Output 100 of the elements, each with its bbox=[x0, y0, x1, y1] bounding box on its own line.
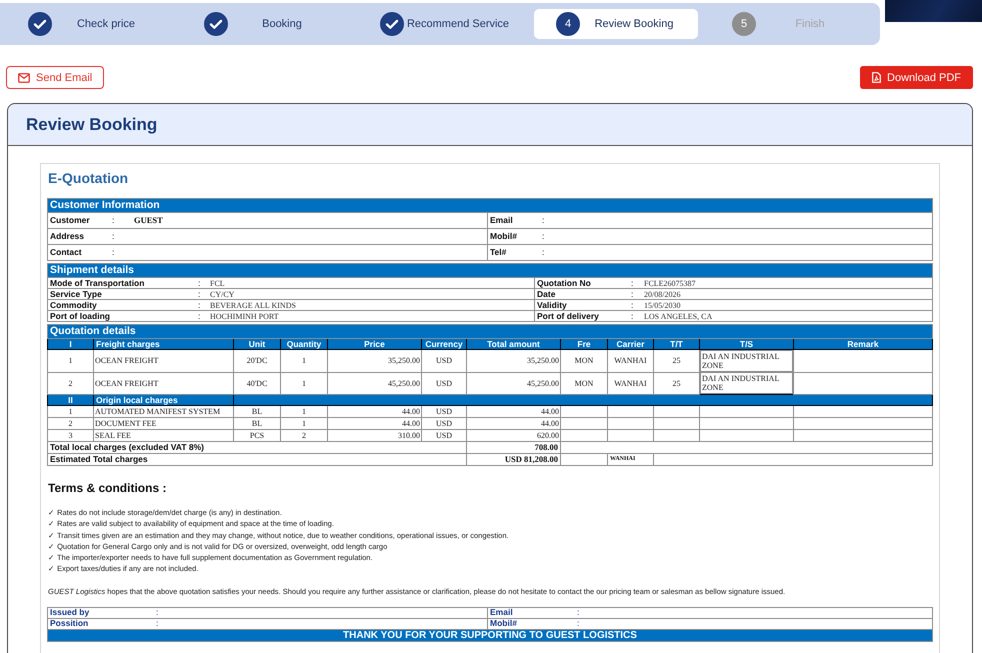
section-title: Freight charges bbox=[94, 338, 234, 350]
field-value: 20/08/2026 bbox=[644, 290, 680, 298]
field-colon: : bbox=[631, 300, 634, 310]
field-value: FCLE26075387 bbox=[644, 278, 696, 288]
download-button[interactable]: Download PDF bbox=[860, 66, 973, 89]
column-header: Price bbox=[328, 338, 422, 350]
table-cell: PCS bbox=[234, 430, 280, 442]
table-cell: BL bbox=[234, 418, 280, 430]
field-colon: : bbox=[542, 232, 544, 241]
table-cell: WANHAI bbox=[608, 350, 654, 372]
field-colon: : bbox=[198, 278, 202, 288]
field-colon: : bbox=[577, 619, 580, 628]
table-cell: 35,250.00 bbox=[466, 350, 560, 372]
field-colon: : bbox=[112, 216, 116, 225]
field-label: Date bbox=[537, 290, 556, 298]
field-colon: : bbox=[631, 290, 634, 298]
field-colon: : bbox=[156, 608, 158, 618]
table-cell: 310.00 bbox=[328, 430, 422, 442]
field-colon: : bbox=[112, 248, 116, 257]
section-heading: Customer Information bbox=[48, 198, 933, 212]
field-label: Quotation No bbox=[537, 278, 592, 288]
document-title: E-Quotation bbox=[48, 169, 130, 187]
table-cell: 25 bbox=[654, 350, 700, 372]
field-colon: : bbox=[542, 248, 544, 257]
field-label: Mode of Transportation bbox=[50, 278, 146, 288]
table-cell: 44.00 bbox=[466, 406, 560, 418]
table-cell: 2 bbox=[48, 418, 94, 430]
section-heading: Quotation details bbox=[48, 324, 933, 338]
table-cell: OCEAN FREIGHT bbox=[94, 350, 234, 372]
field-colon: : bbox=[198, 290, 202, 298]
step-number: 5 bbox=[732, 12, 756, 36]
field-label: Possition bbox=[50, 619, 90, 628]
field-label: Mobil# bbox=[490, 619, 518, 628]
terms-title: Terms & conditions : bbox=[48, 480, 168, 496]
table-cell: DOCUMENT FEE bbox=[94, 418, 234, 430]
table-cell: USD bbox=[422, 350, 466, 372]
table-cell: 620.00 bbox=[466, 430, 560, 442]
column-header: Remark bbox=[794, 338, 933, 350]
card-title: Review Booking bbox=[26, 114, 158, 134]
field-colon: : bbox=[631, 278, 634, 288]
step-number: 4 bbox=[556, 12, 580, 36]
field-label: Mobil# bbox=[490, 232, 518, 241]
table-cell: AUTOMATED MANIFEST SYSTEM bbox=[94, 406, 234, 418]
thank-you-banner: THANK YOU FOR YOUR SUPPORTING TO GUEST LOGISTICS bbox=[48, 629, 932, 642]
table-cell: 3 bbox=[48, 430, 94, 442]
field-value: LOS ANGELES, CA bbox=[644, 312, 712, 320]
field-colon: : bbox=[156, 619, 158, 628]
field-label: Address bbox=[50, 232, 86, 241]
field-label: Commodity bbox=[50, 300, 98, 310]
email-button[interactable]: Send Email bbox=[6, 66, 104, 89]
table-cell: 44.00 bbox=[328, 418, 422, 430]
table-cell: 20'DC bbox=[234, 350, 280, 372]
section-title: Origin local charges bbox=[94, 394, 234, 406]
table-cell: 1 bbox=[48, 350, 94, 372]
field-colon: : bbox=[112, 232, 116, 241]
step-label: Review Booking bbox=[594, 18, 674, 30]
table-cell: 44.00 bbox=[328, 406, 422, 418]
field-colon: : bbox=[198, 300, 202, 310]
field-colon: : bbox=[631, 312, 634, 320]
section-number: II bbox=[48, 394, 94, 406]
table-cell: 1 bbox=[280, 406, 328, 418]
field-value: GUEST bbox=[134, 216, 163, 225]
table-cell: DAI AN INDUSTRIAL ZONE bbox=[700, 372, 793, 394]
field-label: Validity bbox=[537, 300, 568, 310]
step-label: Recommend Service bbox=[406, 18, 510, 30]
field-label: Service Type bbox=[50, 290, 103, 298]
table-cell: DAI AN INDUSTRIAL ZONE bbox=[700, 350, 793, 372]
step-label: Booking bbox=[262, 18, 302, 30]
field-label: Customer bbox=[50, 216, 91, 225]
field-label: Email bbox=[490, 608, 514, 618]
table-cell: 35,250.00 bbox=[328, 350, 422, 372]
total-label: Total local charges (excluded VAT 8%) bbox=[48, 442, 466, 454]
field-colon: : bbox=[542, 216, 544, 225]
table-cell: SEAL FEE bbox=[94, 430, 234, 442]
total-label: Estimated Total charges bbox=[48, 454, 466, 466]
column-header: T/S bbox=[700, 338, 794, 350]
column-header: Total amount bbox=[466, 338, 560, 350]
field-label: Email bbox=[490, 216, 514, 225]
field-value: HOCHIMINH PORT bbox=[210, 312, 279, 320]
table-cell: 1 bbox=[48, 406, 94, 418]
field-label: Port of delivery bbox=[537, 312, 600, 320]
total-amount: USD 81,208.00 bbox=[466, 454, 560, 466]
table-cell: 1 bbox=[280, 350, 328, 372]
field-label: Issued by bbox=[50, 608, 90, 618]
step-label: Finish bbox=[795, 18, 825, 30]
field-label: Contact bbox=[50, 248, 83, 257]
field-value: 15/05/2030 bbox=[644, 300, 680, 310]
table-cell: MON bbox=[560, 350, 608, 372]
field-colon: : bbox=[577, 608, 580, 618]
field-value: FCL bbox=[210, 278, 225, 288]
section-number: I bbox=[48, 338, 94, 350]
table-cell: 44.00 bbox=[466, 418, 560, 430]
table-cell: USD bbox=[422, 406, 466, 418]
field-colon: : bbox=[198, 312, 202, 320]
field-label: Port of loading bbox=[50, 312, 111, 320]
total-amount: 708.00 bbox=[466, 442, 560, 454]
table-cell: 2 bbox=[280, 430, 328, 442]
table-cell: USD bbox=[422, 430, 466, 442]
table-cell: 1 bbox=[280, 418, 328, 430]
field-value: BEVERAGE ALL KINDS bbox=[210, 300, 296, 310]
